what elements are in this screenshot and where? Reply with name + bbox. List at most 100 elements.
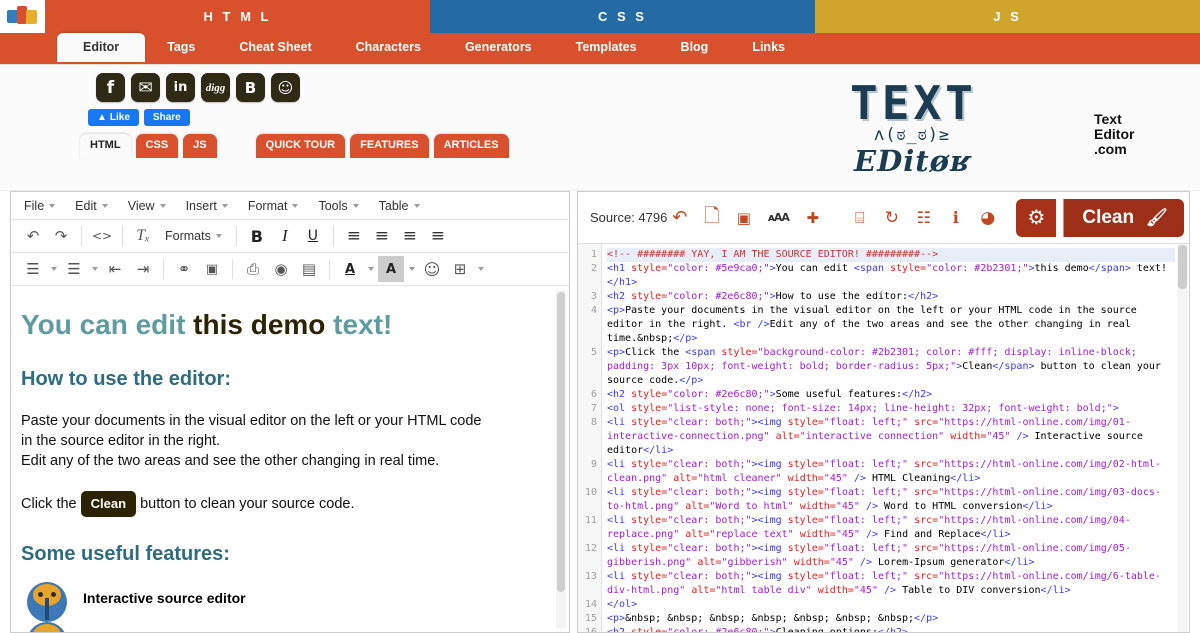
tab-articles-label: ARTICLES (443, 139, 499, 151)
font-size-icon[interactable]: ᴀAA (763, 205, 793, 230)
background-color-icon[interactable]: A (378, 256, 404, 282)
wysiwyg-content-area[interactable]: You can edit this demo text! How to use … (11, 286, 569, 632)
menu-insert[interactable]: Insert (182, 199, 232, 213)
paste-document-icon[interactable]: 🗋 (699, 205, 724, 230)
word-to-html-icon[interactable]: ▣ (731, 205, 756, 230)
undo-icon[interactable]: ↶ (667, 205, 692, 230)
linkedin-icon[interactable]: in (166, 73, 195, 102)
tab-features[interactable]: FEATURES (350, 134, 429, 158)
twitter-icon[interactable]: ✉ (131, 73, 160, 102)
numbered-list-icon[interactable]: ☰ (61, 256, 87, 282)
linkedin-glyph: in (173, 80, 188, 95)
nav-item-blog[interactable]: Blog (659, 33, 731, 62)
align-right-icon[interactable]: ≡ (397, 223, 423, 249)
blogger-icon[interactable]: B (236, 73, 265, 102)
formats-menu[interactable]: Formats (162, 229, 225, 243)
menu-view[interactable]: View (124, 199, 170, 213)
nav-item-templates[interactable]: Templates (554, 33, 659, 62)
clean-button[interactable]: Clean 🖌 (1063, 198, 1184, 237)
facebook-icon[interactable]: f (96, 73, 125, 102)
menu-edit[interactable]: Edit (71, 199, 112, 213)
nav-item-generators[interactable]: Generators (443, 33, 554, 62)
menu-format[interactable]: Format (244, 199, 303, 213)
text-color-icon[interactable]: A (337, 256, 363, 282)
line-number: 3 (590, 291, 597, 302)
align-justify-icon[interactable]: ≡ (425, 223, 451, 249)
preview-icon[interactable]: ◉ (268, 256, 294, 282)
print-icon[interactable]: ⎙ (240, 256, 266, 282)
tab-js[interactable]: JS (183, 134, 217, 158)
wysiwyg-scrollbar-thumb[interactable] (557, 292, 565, 592)
toolbar-separator (122, 226, 123, 246)
link-icon[interactable]: ⚭ (171, 256, 197, 282)
tab-js-label: JS (193, 139, 207, 151)
source-scrollbar[interactable] (1177, 244, 1188, 632)
outdent-icon[interactable]: ⇤ (102, 256, 128, 282)
gear-icon[interactable]: ⚙ (1016, 198, 1057, 237)
redo-icon[interactable]: ↷ (48, 223, 74, 249)
table-options[interactable] (475, 256, 486, 282)
source-code-area[interactable]: 1234567891011121314151617 <!-- ######## … (578, 244, 1189, 632)
source-scrollbar-thumb[interactable] (1178, 245, 1187, 289)
document-list-icon[interactable]: ☷ (911, 205, 936, 230)
features-list: Interactive source editor HTML Cleaning (21, 582, 547, 632)
menu-table[interactable]: Table (375, 199, 424, 213)
tab-css[interactable]: CSS (135, 134, 179, 158)
bullet-list-icon[interactable]: ☰ (20, 256, 46, 282)
emoticon-icon[interactable]: ☺ (419, 256, 445, 282)
nav-item-links[interactable]: Links (730, 33, 807, 62)
align-left-icon[interactable]: ≡ (341, 223, 367, 249)
code-line: <ol style="list-style: none; font-size: … (607, 403, 1119, 414)
underline-icon[interactable]: U (300, 223, 326, 249)
image-icon[interactable]: ▣ (199, 256, 225, 282)
align-center-icon[interactable]: ≡ (369, 223, 395, 249)
blogger-glyph: B (244, 78, 257, 97)
source-code-icon[interactable]: <> (89, 223, 115, 249)
undo-icon[interactable]: ↶ (20, 223, 46, 249)
language-tab-css[interactable]: C S S (430, 0, 815, 33)
nav-item-links-label: Links (752, 40, 785, 54)
facebook-like-button[interactable]: ▲ Like (88, 109, 139, 126)
facebook-share-button[interactable]: Share (143, 109, 190, 126)
bullet-list-options[interactable] (48, 256, 59, 282)
nav-item-characters[interactable]: Characters (334, 33, 443, 62)
italic-icon[interactable]: I (272, 223, 298, 249)
menu-tools[interactable]: Tools (314, 199, 362, 213)
language-tab-js[interactable]: J S (815, 0, 1200, 33)
site-logo-icon[interactable] (0, 0, 45, 33)
twitter-glyph: ✉ (138, 77, 153, 98)
toolbar-separator (232, 259, 233, 279)
nav-item-editor[interactable]: Editor (57, 33, 146, 62)
editor-toolbar-row2: ☰ ☰ ⇤ ⇥ ⚭ ▣ ⎙ ◉ ▤ A A ☺ ⊞ (11, 253, 569, 286)
digg-icon[interactable]: digg (201, 73, 230, 102)
menu-file[interactable]: File (20, 199, 59, 213)
tab-html[interactable]: HTML (80, 134, 131, 158)
text-color-options[interactable] (365, 256, 376, 282)
language-tab-html[interactable]: H T M L (45, 0, 430, 33)
indent-icon[interactable]: ⇥ (130, 256, 156, 282)
add-icon[interactable]: ✚ (800, 205, 825, 230)
wysiwyg-scrollbar[interactable] (556, 290, 566, 628)
numbered-list-options[interactable] (89, 256, 100, 282)
tab-articles[interactable]: ARTICLES (433, 134, 509, 158)
document-paragraph-click: Click the Clean button to clean your sou… (21, 491, 547, 517)
background-color-options[interactable] (406, 256, 417, 282)
brand-logo[interactable]: TEXT ʌ(ಠ_ಠ)≥ EDitøʁ Text Editor .com (840, 70, 1190, 186)
clear-formatting-icon[interactable]: Tₓ (130, 223, 156, 249)
reddit-glyph: ☺ (277, 78, 294, 97)
tab-quick-tour[interactable]: QUICK TOUR (255, 134, 346, 158)
reddit-icon[interactable]: ☺ (271, 73, 300, 102)
info-icon[interactable]: ℹ (943, 205, 968, 230)
icon-stem (45, 598, 49, 620)
source-code-text[interactable]: <!-- ######## YAY, I AM THE SOURCE EDITO… (602, 244, 1189, 632)
media-icon[interactable]: ▤ (296, 256, 322, 282)
table-icon[interactable]: ⊞ (447, 256, 473, 282)
nav-item-cheat-sheet[interactable]: Cheat Sheet (217, 33, 333, 62)
bold-icon[interactable]: B (244, 223, 270, 249)
chevron-down-icon (413, 203, 420, 208)
find-replace-icon[interactable]: ↻ (879, 205, 904, 230)
nav-item-tags[interactable]: Tags (145, 33, 217, 62)
palette-icon[interactable]: ◕ (975, 205, 1000, 230)
indent-code-icon[interactable]: ⌸ (847, 205, 872, 230)
language-tab-html-label: H T M L (203, 9, 272, 24)
